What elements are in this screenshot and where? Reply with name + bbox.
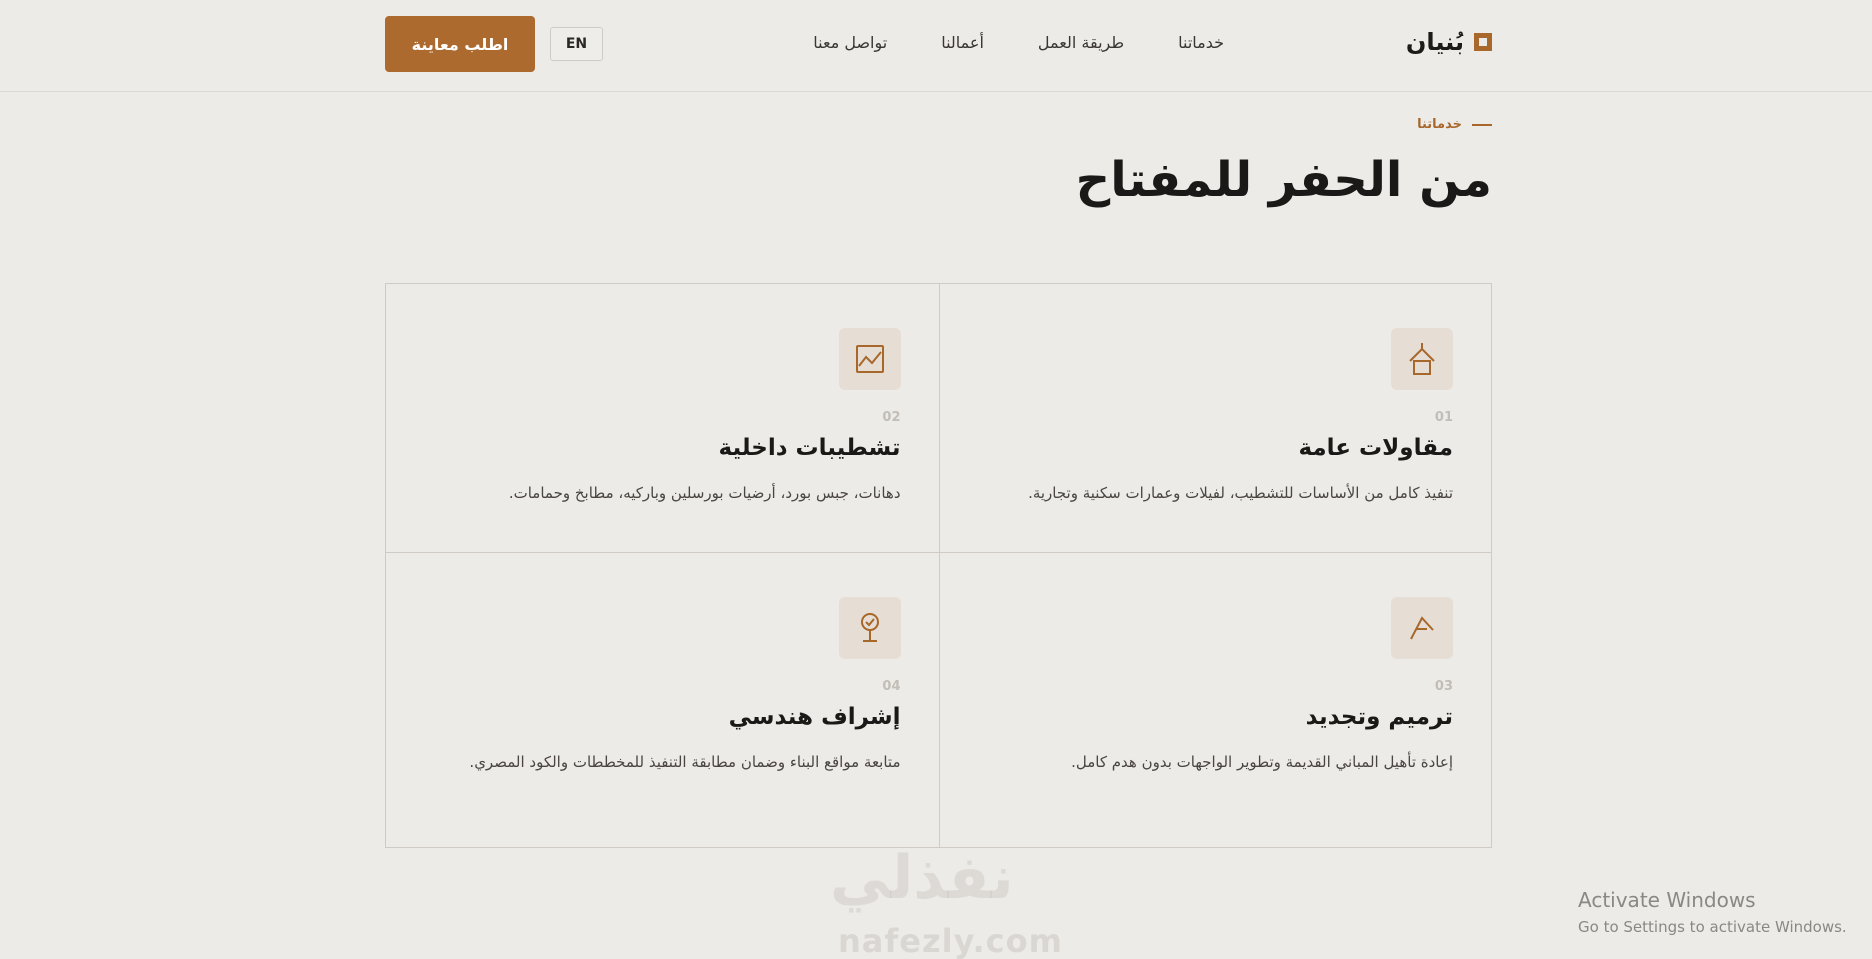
logo[interactable]: بُنيان [1406, 28, 1492, 56]
service-description: إعادة تأهيل المباني القديمة وتطوير الواج… [1071, 753, 1453, 771]
activate-subtitle: Go to Settings to activate Windows. [1578, 918, 1847, 936]
watermark-url: nafezly.com [838, 922, 1063, 959]
badge-icon [838, 597, 901, 659]
header-container: بُنيان خدماتنا طريقة العمل أعمالنا تواصل… [385, 0, 1492, 91]
service-description: متابعة مواقع البناء وضمان مطابقة التنفيذ… [469, 753, 901, 771]
service-card[interactable]: 02 تشطيبات داخلية دهانات، جبس بورد، أرضي… [386, 284, 939, 553]
nav-services[interactable]: خدماتنا [1178, 33, 1224, 52]
section-eyebrow: خدماتنا [1417, 117, 1492, 132]
page: بُنيان خدماتنا طريقة العمل أعمالنا تواصل… [0, 0, 1872, 959]
service-title: مقاولات عامة [1298, 435, 1453, 461]
logo-square-icon [1474, 33, 1492, 51]
service-card[interactable]: 03 ترميم وتجديد إعادة تأهيل المباني القد… [938, 553, 1492, 847]
main-nav: خدماتنا طريقة العمل أعمالنا تواصل معنا [759, 33, 1224, 52]
logo-text: بُنيان [1405, 28, 1464, 56]
service-description: دهانات، جبس بورد، أرضيات بورسلين وباركيه… [508, 484, 901, 502]
service-number: 01 [1434, 410, 1453, 425]
activate-title: Activate Windows [1578, 888, 1756, 912]
service-title: ترميم وتجديد [1305, 704, 1453, 730]
nav-contact[interactable]: تواصل معنا [813, 33, 887, 52]
site-header: بُنيان خدماتنا طريقة العمل أعمالنا تواصل… [0, 0, 1872, 92]
services-grid: 01 مقاولات عامة تنفيذ كامل من الأساسات ل… [385, 283, 1492, 848]
compass-icon [1391, 597, 1453, 659]
service-number: 02 [882, 410, 901, 425]
eyebrow-text: خدماتنا [1417, 117, 1462, 132]
service-card[interactable]: 01 مقاولات عامة تنفيذ كامل من الأساسات ل… [938, 284, 1491, 553]
nav-portfolio[interactable]: أعمالنا [941, 33, 984, 52]
eyebrow-line [1472, 123, 1492, 126]
watermark-logo: نفذلي [830, 843, 1014, 913]
service-number: 03 [1434, 679, 1453, 694]
section-title: من الحفر للمفتاح [1075, 152, 1492, 208]
service-number: 04 [882, 679, 901, 694]
service-description: تنفيذ كامل من الأساسات للتشطيب، لفيلات و… [1028, 484, 1453, 502]
picture-icon [838, 328, 901, 390]
activate-windows-notice: Activate Windows Go to Settings to activ… [1578, 888, 1847, 936]
request-inspection-button[interactable]: اطلب معاينة [385, 16, 535, 72]
nav-how-we-work[interactable]: طريقة العمل [1038, 33, 1124, 52]
house-icon [1391, 328, 1453, 390]
service-title: إشراف هندسي [728, 704, 901, 730]
service-card[interactable]: 04 إشراف هندسي متابعة مواقع البناء وضمان… [386, 553, 939, 847]
service-title: تشطيبات داخلية [718, 435, 901, 461]
language-toggle-button[interactable]: EN [550, 27, 603, 61]
